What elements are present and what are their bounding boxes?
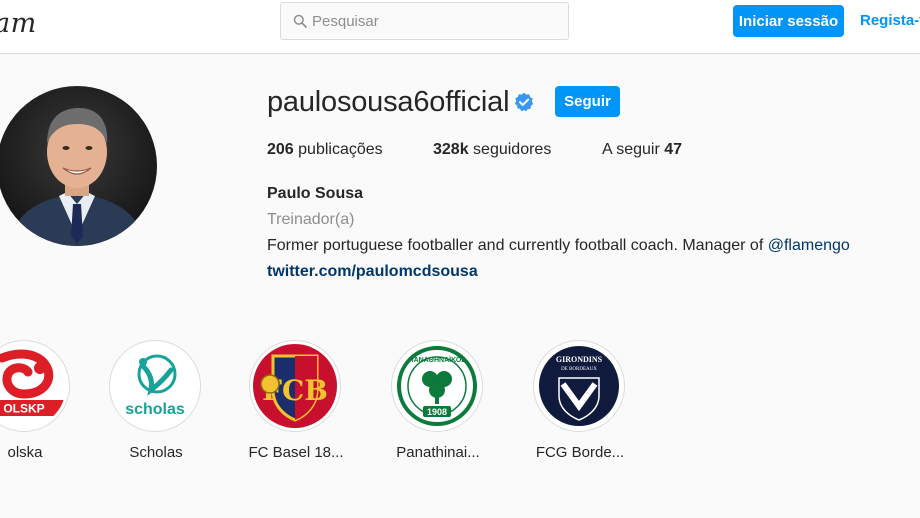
profile-category: Treinador(a)	[267, 211, 355, 228]
scholas-logo-icon: scholas	[113, 344, 197, 428]
following-count-value: 47	[664, 141, 683, 158]
panathinaikos-badge-text: ΠΑΝΑΘΗΝΑΪΚΟΣ	[409, 356, 466, 364]
panathinaikos-year-text: 1908	[427, 407, 447, 417]
followers-count-label: seguidores	[473, 141, 552, 158]
highlight-cover: scholas	[109, 340, 201, 432]
girondins-bordeaux-crest-icon: GIRONDINS DE BORDEAUX	[537, 344, 621, 428]
profile-photo	[0, 86, 157, 246]
bordeaux-badge-text: GIRONDINS	[556, 355, 603, 364]
search-placeholder: Pesquisar	[312, 13, 379, 30]
profile-full-name: Paulo Sousa	[267, 185, 364, 202]
search-icon	[293, 14, 307, 28]
top-navigation-bar: am Pesquisar Iniciar sessão Regista-t	[0, 0, 920, 54]
login-button[interactable]: Iniciar sessão	[733, 5, 844, 37]
register-link[interactable]: Regista-t	[860, 12, 920, 29]
followers-count[interactable]: 328k seguidores	[433, 141, 551, 159]
highlight-cover: ΠΑΝΑΘΗΝΑΪΚΟΣ 1908	[391, 340, 483, 432]
bio-text: Former portuguese footballer and current…	[267, 237, 768, 254]
posts-count-label: publicações	[298, 141, 383, 158]
fc-basel-crest-icon: FCB	[253, 344, 337, 428]
search-input[interactable]: Pesquisar	[280, 2, 569, 40]
highlight-cover: FCB	[249, 340, 341, 432]
scholas-badge-text: scholas	[125, 401, 185, 418]
posts-count-value: 206	[267, 141, 294, 158]
bio-mention-link[interactable]: @flamengo	[768, 237, 850, 254]
profile-website-link[interactable]: twitter.com/paulomcdsousa	[267, 263, 478, 281]
highlight-label: FCG Borde...	[535, 444, 625, 461]
highlight-cover: OLSKP	[0, 340, 70, 432]
highlight-label: FC Basel 18...	[248, 444, 344, 461]
profile-avatar[interactable]	[0, 86, 157, 246]
following-count[interactable]: A seguir 47	[602, 141, 682, 159]
profile-bio: Former portuguese footballer and current…	[267, 237, 850, 255]
instagram-logo[interactable]: am	[0, 8, 37, 39]
panathinaikos-crest-icon: ΠΑΝΑΘΗΝΑΪΚΟΣ 1908	[395, 344, 479, 428]
highlight-label: Scholas	[129, 444, 183, 461]
verified-badge-icon	[514, 92, 534, 112]
polska-badge-text: OLSKP	[3, 402, 44, 416]
polska-crest-icon: OLSKP	[0, 344, 66, 428]
highlight-label: Panathinai...	[396, 444, 480, 461]
highlight-cover: GIRONDINS DE BORDEAUX	[533, 340, 625, 432]
profile-username: paulosousa6official	[267, 86, 510, 118]
posts-count: 206 publicações	[267, 141, 383, 159]
highlight-label: olska	[7, 444, 43, 461]
followers-count-value: 328k	[433, 141, 469, 158]
following-count-label: A seguir	[602, 141, 660, 158]
follow-button[interactable]: Seguir	[555, 86, 620, 117]
bordeaux-sub-text: DE BORDEAUX	[561, 367, 597, 372]
